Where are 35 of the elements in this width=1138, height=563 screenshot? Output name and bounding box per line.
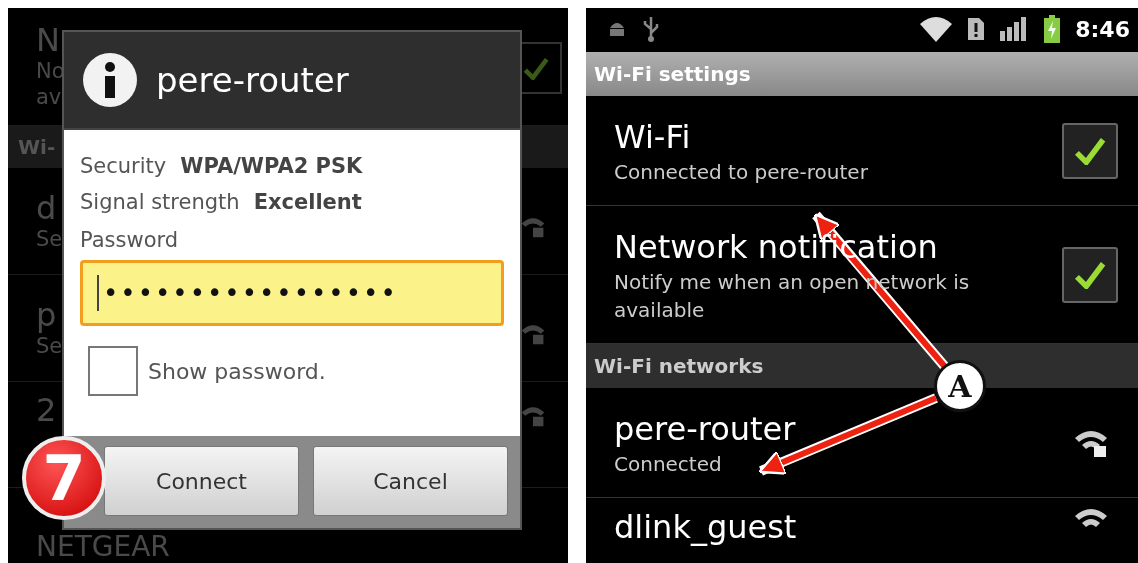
info-icon: [82, 52, 138, 108]
dialog-button[interactable]: Connect: [104, 446, 299, 516]
detail-value: Excellent: [253, 189, 362, 216]
section-header: Wi-Fi settings: [586, 52, 1138, 96]
detail-label: Signal strength: [80, 189, 240, 216]
wifi-icon: [919, 16, 954, 42]
list-item-subtitle: Connected to pere-router: [614, 158, 868, 186]
list-item-title: NETGEAR: [36, 532, 170, 562]
step-marker: 7: [22, 436, 106, 520]
list-item-subtitle: Se: [36, 333, 63, 359]
checkbox[interactable]: [88, 346, 138, 396]
checkbox[interactable]: [1062, 122, 1118, 179]
sim-alert-icon: [967, 17, 986, 41]
password-field[interactable]: •••••••••••••••••: [80, 260, 504, 326]
list-item-title[interactable]: pere-router: [614, 407, 796, 450]
dialog-title: pere-router: [156, 60, 349, 100]
list-item-title: 2: [36, 392, 57, 428]
list-item-title: p: [36, 297, 57, 333]
dialog-button[interactable]: Cancel: [313, 446, 508, 516]
list-item-subtitle: Se: [36, 226, 63, 252]
list-item-title: d: [36, 190, 57, 226]
field-label: Password: [80, 227, 180, 254]
list-item-subtitle: Connected: [614, 450, 722, 478]
list-item-subtitle: av: [36, 84, 62, 110]
battery-charging-icon: [1043, 15, 1062, 43]
list-item-title[interactable]: dlink_guest: [614, 506, 797, 548]
list-item-title: N: [36, 22, 60, 58]
check-icon: [1074, 136, 1106, 165]
check-icon: [1074, 260, 1106, 289]
list-item-title[interactable]: Wi-Fi: [614, 115, 691, 158]
usb-icon: [642, 15, 660, 43]
checkbox[interactable]: [1062, 246, 1118, 303]
checkbox-label: Show password.: [148, 358, 326, 384]
check-icon: [523, 56, 549, 80]
status-time: 8:46: [1075, 16, 1130, 42]
